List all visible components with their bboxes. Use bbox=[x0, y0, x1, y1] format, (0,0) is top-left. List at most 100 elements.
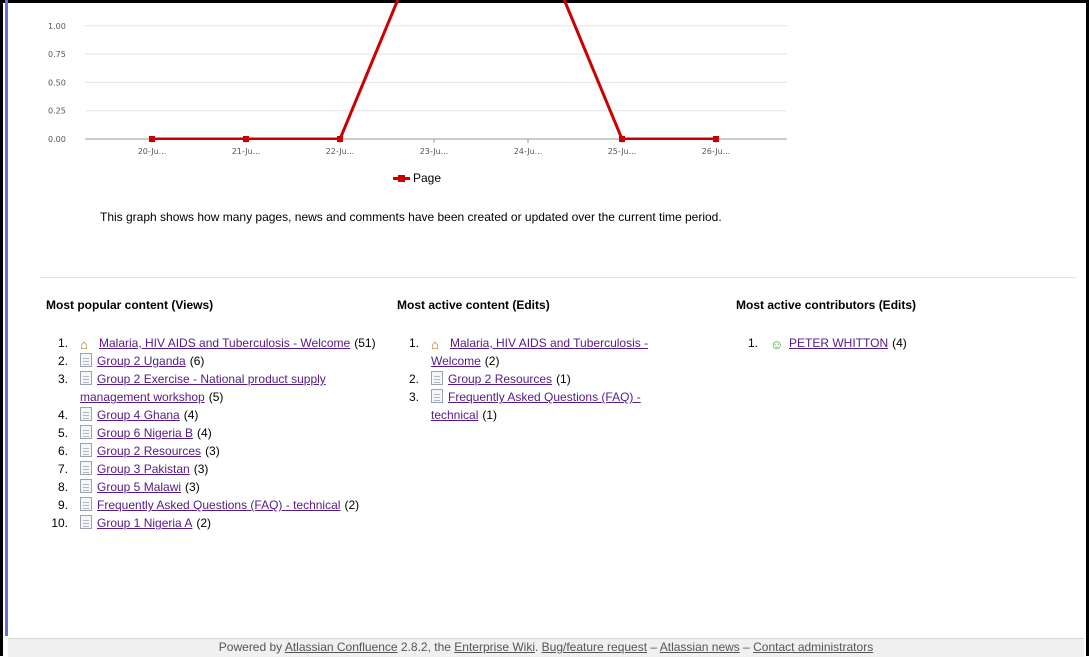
page-icon bbox=[80, 497, 92, 511]
list-number: 9. bbox=[57, 498, 68, 512]
popular-content-count: (3) bbox=[185, 480, 200, 494]
legend-swatch-page bbox=[393, 174, 410, 182]
user-icon: ☺ bbox=[770, 337, 784, 352]
popular-content-count: (3) bbox=[205, 444, 220, 458]
active-content-item: 3. Frequently Asked Questions (FAQ) - tec… bbox=[397, 388, 697, 424]
popular-content-count: (2) bbox=[344, 498, 360, 512]
data-point-marker bbox=[243, 136, 249, 142]
x-tick-label: 20-Ju... bbox=[138, 147, 167, 156]
active-content-link[interactable]: Frequently Asked Questions (FAQ) - techn… bbox=[431, 390, 641, 422]
contributor-link[interactable]: PETER WHITTON bbox=[789, 336, 888, 350]
x-tick-label: 25-Ju... bbox=[608, 147, 637, 156]
list-number: 10. bbox=[51, 516, 68, 530]
page-icon bbox=[431, 371, 443, 385]
x-tick-label: 21-Ju... bbox=[232, 147, 261, 156]
list-number: 2. bbox=[57, 354, 68, 368]
popular-content-count: (51) bbox=[354, 336, 376, 350]
popular-content-item: 5. Group 6 Nigeria B (4) bbox=[46, 424, 386, 442]
series-line-page bbox=[152, 0, 716, 140]
popular-content-link[interactable]: Group 4 Ghana bbox=[97, 408, 180, 422]
popular-content-link[interactable]: Frequently Asked Questions (FAQ) - techn… bbox=[97, 498, 340, 512]
page-icon bbox=[431, 389, 443, 403]
page-icon bbox=[80, 425, 92, 439]
page-icon bbox=[80, 479, 92, 493]
home-icon: ⌂ bbox=[80, 337, 88, 352]
y-tick-label: 0.50 bbox=[48, 78, 66, 87]
contributors-heading: Most active contributors (Edits) bbox=[736, 298, 917, 312]
data-point-marker bbox=[713, 136, 719, 142]
y-tick-label: 1.00 bbox=[48, 22, 66, 31]
popular-content-link[interactable]: Group 2 Resources bbox=[97, 444, 201, 458]
list-number: 1. bbox=[57, 336, 68, 350]
popular-content-item: 2. Group 2 Uganda (6) bbox=[46, 352, 386, 370]
popular-content-heading: Most popular content (Views) bbox=[46, 298, 214, 312]
active-content-item: 2. Group 2 Resources (1) bbox=[397, 370, 697, 388]
active-content-count: (1) bbox=[556, 372, 571, 386]
popular-content-link[interactable]: Group 5 Malawi bbox=[97, 480, 181, 494]
list-number: 3. bbox=[408, 390, 419, 404]
page-icon bbox=[80, 515, 92, 529]
list-number: 5. bbox=[57, 426, 68, 440]
popular-content-count: (2) bbox=[196, 516, 212, 530]
page-icon bbox=[80, 353, 92, 367]
popular-content-item: 9. Frequently Asked Questions (FAQ) - tec… bbox=[46, 496, 386, 514]
popular-content-link[interactable]: Group 3 Pakistan bbox=[97, 462, 190, 476]
list-number: 7. bbox=[57, 462, 68, 476]
popular-content-item: 6. Group 2 Resources (3) bbox=[46, 442, 386, 460]
popular-content-count: (5) bbox=[208, 390, 224, 404]
atlassian-news-link[interactable]: Atlassian news bbox=[660, 640, 740, 654]
active-content-item: 1. ⌂ Malaria, HIV AIDS and Tuberculosis - … bbox=[397, 334, 697, 370]
list-number: 8. bbox=[57, 480, 68, 494]
contact-administrators-link[interactable]: Contact administrators bbox=[753, 640, 873, 654]
page-icon bbox=[80, 407, 92, 421]
popular-content-count: (4) bbox=[183, 408, 199, 422]
data-point-marker bbox=[619, 136, 625, 142]
enterprise-wiki-link[interactable]: Enterprise Wiki bbox=[454, 640, 535, 654]
x-tick-label: 26-Ju... bbox=[702, 147, 731, 156]
data-point-marker bbox=[149, 136, 155, 142]
list-number: 1. bbox=[747, 336, 758, 350]
active-content-count: (1) bbox=[482, 408, 498, 422]
bug-feature-request-link[interactable]: Bug/feature request bbox=[542, 640, 647, 654]
x-tick-label: 23-Ju... bbox=[420, 147, 449, 156]
page-icon bbox=[80, 443, 92, 457]
popular-content-column: Most popular content (Views) 1. ⌂ Malaria,… bbox=[46, 298, 386, 530]
home-icon: ⌂ bbox=[431, 337, 439, 352]
contributor-count: (4) bbox=[892, 336, 907, 350]
popular-content-link[interactable]: Group 2 Exercise - National product supp… bbox=[80, 372, 326, 404]
popular-content-item: 10. Group 1 Nigeria A (2) bbox=[46, 514, 386, 532]
popular-content-item: 3. Group 2 Exercise - National product su… bbox=[46, 370, 386, 406]
list-number: 2. bbox=[408, 372, 419, 386]
active-content-list: 1. ⌂ Malaria, HIV AIDS and Tuberculosis - … bbox=[397, 334, 697, 424]
active-content-column: Most active content (Edits) 1. ⌂ Malaria, … bbox=[397, 298, 717, 422]
popular-content-link[interactable]: Group 2 Uganda bbox=[97, 354, 186, 368]
contributors-column: Most active contributors (Edits) 1. ☺ PETE… bbox=[736, 298, 1056, 352]
page-footer: Powered by Atlassian Confluence 2.8.2, t… bbox=[8, 638, 1084, 657]
contributors-list: 1. ☺ PETER WHITTON (4) bbox=[736, 334, 1036, 352]
footer-dot: . bbox=[534, 640, 542, 654]
footer-separator: – bbox=[739, 640, 754, 654]
popular-content-count: (6) bbox=[189, 354, 205, 368]
confluence-link[interactable]: Atlassian Confluence bbox=[285, 640, 398, 654]
popular-content-item: 8. Group 5 Malawi (3) bbox=[46, 478, 386, 496]
list-number: 6. bbox=[57, 444, 68, 458]
x-tick-label: 24-Ju... bbox=[514, 147, 543, 156]
y-tick-label: 0.25 bbox=[48, 107, 66, 116]
popular-content-item: 1. ⌂ Malaria, HIV AIDS and Tuberculosis - … bbox=[46, 334, 386, 352]
activity-line-chart: 0.00 0.25 0.50 0.75 1.00 20-Ju... 21-Ju... 22-J… bbox=[48, 0, 787, 156]
chart-description: This graph shows how many pages, news an… bbox=[100, 210, 722, 224]
footer-prefix: Powered by bbox=[218, 640, 285, 654]
popular-content-item: 7. Group 3 Pakistan (3) bbox=[46, 460, 386, 478]
active-content-link[interactable]: Group 2 Resources bbox=[448, 372, 552, 386]
x-tick-label: 22-Ju... bbox=[326, 147, 355, 156]
list-number: 3. bbox=[57, 372, 68, 386]
footer-separator: – bbox=[647, 640, 660, 654]
popular-content-link[interactable]: Malaria, HIV AIDS and Tuberculosis - Wel… bbox=[99, 336, 350, 350]
section-divider bbox=[40, 277, 1076, 278]
active-content-heading: Most active content (Edits) bbox=[397, 298, 550, 312]
popular-content-link[interactable]: Group 6 Nigeria B bbox=[97, 426, 193, 440]
active-content-link[interactable]: Malaria, HIV AIDS and Tuberculosis - Wel… bbox=[431, 336, 648, 368]
list-number: 4. bbox=[57, 408, 68, 422]
page-icon bbox=[80, 371, 92, 385]
popular-content-link[interactable]: Group 1 Nigeria A bbox=[97, 516, 192, 530]
